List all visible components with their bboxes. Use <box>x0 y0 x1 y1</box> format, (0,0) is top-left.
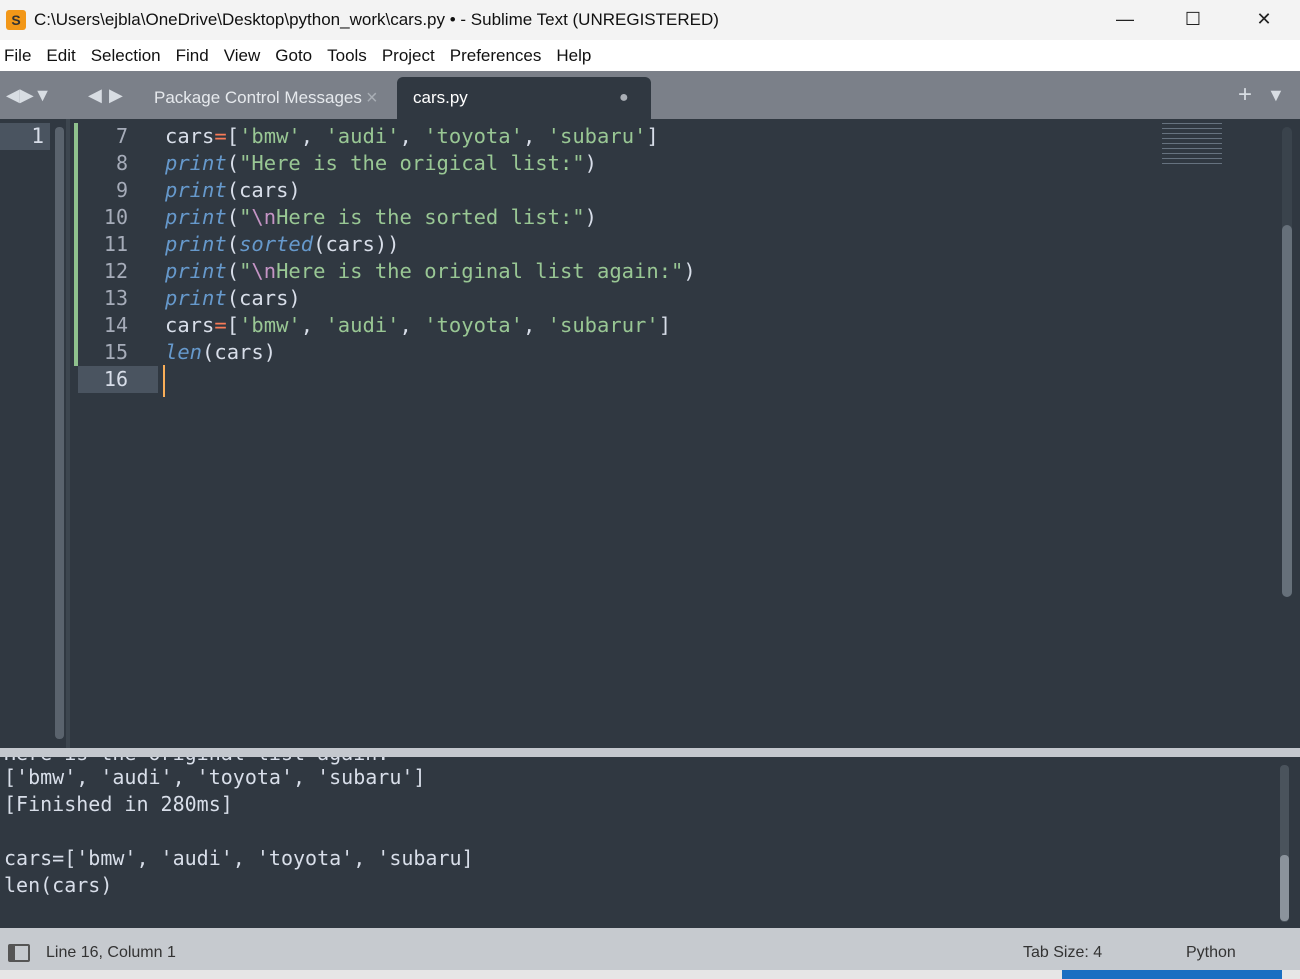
tab-forward-icon[interactable]: ▶ <box>109 85 123 106</box>
sublime-icon: S <box>6 10 26 30</box>
left-editor-pane[interactable]: 1 <box>0 119 70 748</box>
line-number: 11 <box>103 232 128 256</box>
code-line: len(cars) <box>165 340 277 364</box>
menu-preferences[interactable]: Preferences <box>446 46 553 66</box>
menu-project[interactable]: Project <box>378 46 446 66</box>
tab-package-control-messages[interactable]: Package Control Messages × <box>140 77 395 119</box>
line-number: 9 <box>115 178 128 202</box>
tab-bar: ◀▶▼ ◀ ▶ Package Control Messages × cars.… <box>0 71 1300 119</box>
line-number: 7 <box>115 124 128 148</box>
current-line-number: 16 <box>78 366 158 393</box>
line-number: 13 <box>103 286 128 310</box>
output-line: cars=['bmw', 'audi', 'toyota', 'subaru] <box>4 846 474 870</box>
sidebar-toggle-icon[interactable]: ◀▶▼ <box>6 85 52 106</box>
new-tab-icon[interactable]: + <box>1238 81 1252 109</box>
line-number: 1 <box>0 123 50 150</box>
menu-file[interactable]: File <box>0 46 42 66</box>
syntax-selector[interactable]: Python <box>1186 944 1236 962</box>
maximize-button[interactable]: ☐ <box>1158 0 1228 40</box>
minimap[interactable] <box>1162 121 1222 167</box>
scrollbar-thumb[interactable] <box>1282 225 1292 597</box>
tab-size[interactable]: Tab Size: 4 <box>1023 944 1102 962</box>
panel-toggle-icon[interactable] <box>8 944 30 962</box>
line-number: 10 <box>103 205 128 229</box>
status-bar: Line 16, Column 1 Tab Size: 4 Python <box>0 928 1300 970</box>
tab-label: Package Control Messages <box>154 88 362 107</box>
code-line: print("\nHere is the sorted list:") <box>165 205 597 229</box>
line-number: 8 <box>115 151 128 175</box>
code-line: print(sorted(cars)) <box>165 232 400 256</box>
output-line: [Finished in 280ms] <box>4 792 233 816</box>
title-bar: S C:\Users\ejbla\OneDrive\Desktop\python… <box>0 0 1300 40</box>
code-line: cars=['bmw', 'audi', 'toyota', 'subarur'… <box>165 313 672 337</box>
taskbar-highlight <box>1062 970 1282 979</box>
scrollbar-thumb[interactable] <box>1280 855 1289 921</box>
unsaved-dot-icon[interactable]: ● <box>619 77 629 119</box>
menu-bar: File Edit Selection Find View Goto Tools… <box>0 40 1300 71</box>
tab-label: cars.py <box>413 88 468 107</box>
line-number: 12 <box>103 259 128 283</box>
build-output-panel[interactable]: Here is the original list again: ['bmw',… <box>0 757 1300 928</box>
tab-back-icon[interactable]: ◀ <box>88 85 102 106</box>
line-number: 14 <box>103 313 128 337</box>
tab-list-icon[interactable]: ▼ <box>1267 85 1285 106</box>
code-editor[interactable]: 7 8 9 10 11 12 13 14 15 16 cars=['bmw', … <box>74 119 1300 748</box>
menu-goto[interactable]: Goto <box>271 46 323 66</box>
close-button[interactable]: ✕ <box>1229 0 1299 40</box>
menu-view[interactable]: View <box>220 46 272 66</box>
text-caret <box>163 365 165 397</box>
menu-find[interactable]: Find <box>172 46 220 66</box>
close-tab-icon[interactable]: × <box>366 77 378 119</box>
menu-help[interactable]: Help <box>552 46 602 66</box>
code-line: print("Here is the origical list:") <box>165 151 597 175</box>
cursor-position: Line 16, Column 1 <box>46 944 176 961</box>
code-line: print("\nHere is the original list again… <box>165 259 696 283</box>
line-number: 15 <box>103 340 128 364</box>
menu-tools[interactable]: Tools <box>323 46 378 66</box>
minimize-button[interactable]: — <box>1090 0 1160 40</box>
tab-cars-py[interactable]: cars.py ● <box>397 77 651 119</box>
menu-edit[interactable]: Edit <box>42 46 86 66</box>
scrollbar[interactable] <box>55 127 64 739</box>
code-line: print(cars) <box>165 178 301 202</box>
code-line: print(cars) <box>165 286 301 310</box>
code-line: cars=['bmw', 'audi', 'toyota', 'subaru'] <box>165 124 659 148</box>
window-title: C:\Users\ejbla\OneDrive\Desktop\python_w… <box>34 10 719 29</box>
menu-selection[interactable]: Selection <box>87 46 172 66</box>
panel-divider[interactable] <box>0 748 1300 757</box>
output-line: ['bmw', 'audi', 'toyota', 'subaru'] <box>4 765 426 789</box>
output-line: len(cars) <box>4 873 113 897</box>
